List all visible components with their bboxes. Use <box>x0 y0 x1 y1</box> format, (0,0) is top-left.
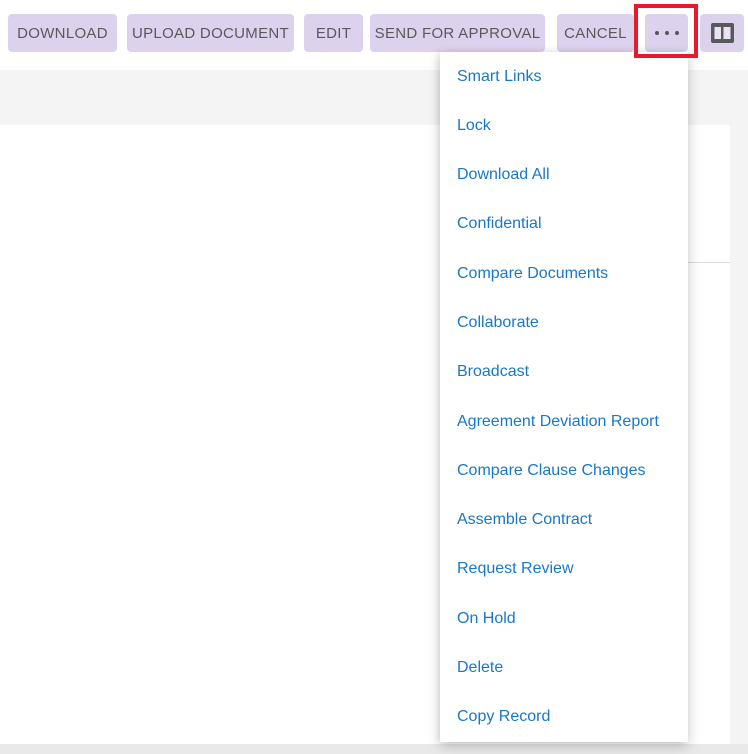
edit-button[interactable]: EDIT <box>304 14 363 52</box>
split-panel-icon <box>711 23 734 43</box>
menu-item-collaborate[interactable]: Collaborate <box>440 298 688 347</box>
more-options-dropdown-menu: Smart Links Lock Download All Confidenti… <box>440 52 688 742</box>
menu-item-agreement-deviation-report[interactable]: Agreement Deviation Report <box>440 397 688 446</box>
split-panel-button[interactable] <box>700 14 744 52</box>
menu-item-confidential[interactable]: Confidential <box>440 200 688 249</box>
download-button[interactable]: DOWNLOAD <box>8 14 117 52</box>
menu-item-smart-links[interactable]: Smart Links <box>440 52 688 101</box>
menu-item-assemble-contract[interactable]: Assemble Contract <box>440 496 688 545</box>
menu-item-on-hold[interactable]: On Hold <box>440 594 688 643</box>
right-gutter <box>730 125 748 754</box>
menu-item-broadcast[interactable]: Broadcast <box>440 348 688 397</box>
menu-item-delete[interactable]: Delete <box>440 643 688 692</box>
ellipsis-icon <box>655 31 679 35</box>
more-options-button[interactable] <box>645 14 688 52</box>
upload-document-button[interactable]: UPLOAD DOCUMENT <box>127 14 294 52</box>
menu-item-compare-documents[interactable]: Compare Documents <box>440 249 688 298</box>
menu-item-download-all[interactable]: Download All <box>440 151 688 200</box>
send-for-approval-button[interactable]: SEND FOR APPROVAL <box>370 14 545 52</box>
menu-item-compare-clause-changes[interactable]: Compare Clause Changes <box>440 446 688 495</box>
cancel-button[interactable]: CANCEL <box>557 14 634 52</box>
menu-item-copy-record[interactable]: Copy Record <box>440 693 688 742</box>
section-divider <box>686 262 730 263</box>
page: { "colors": { "button_bg": "#DDD2EE", "b… <box>0 0 748 754</box>
bottom-strip <box>0 744 748 754</box>
menu-item-request-review[interactable]: Request Review <box>440 545 688 594</box>
menu-item-lock[interactable]: Lock <box>440 101 688 150</box>
